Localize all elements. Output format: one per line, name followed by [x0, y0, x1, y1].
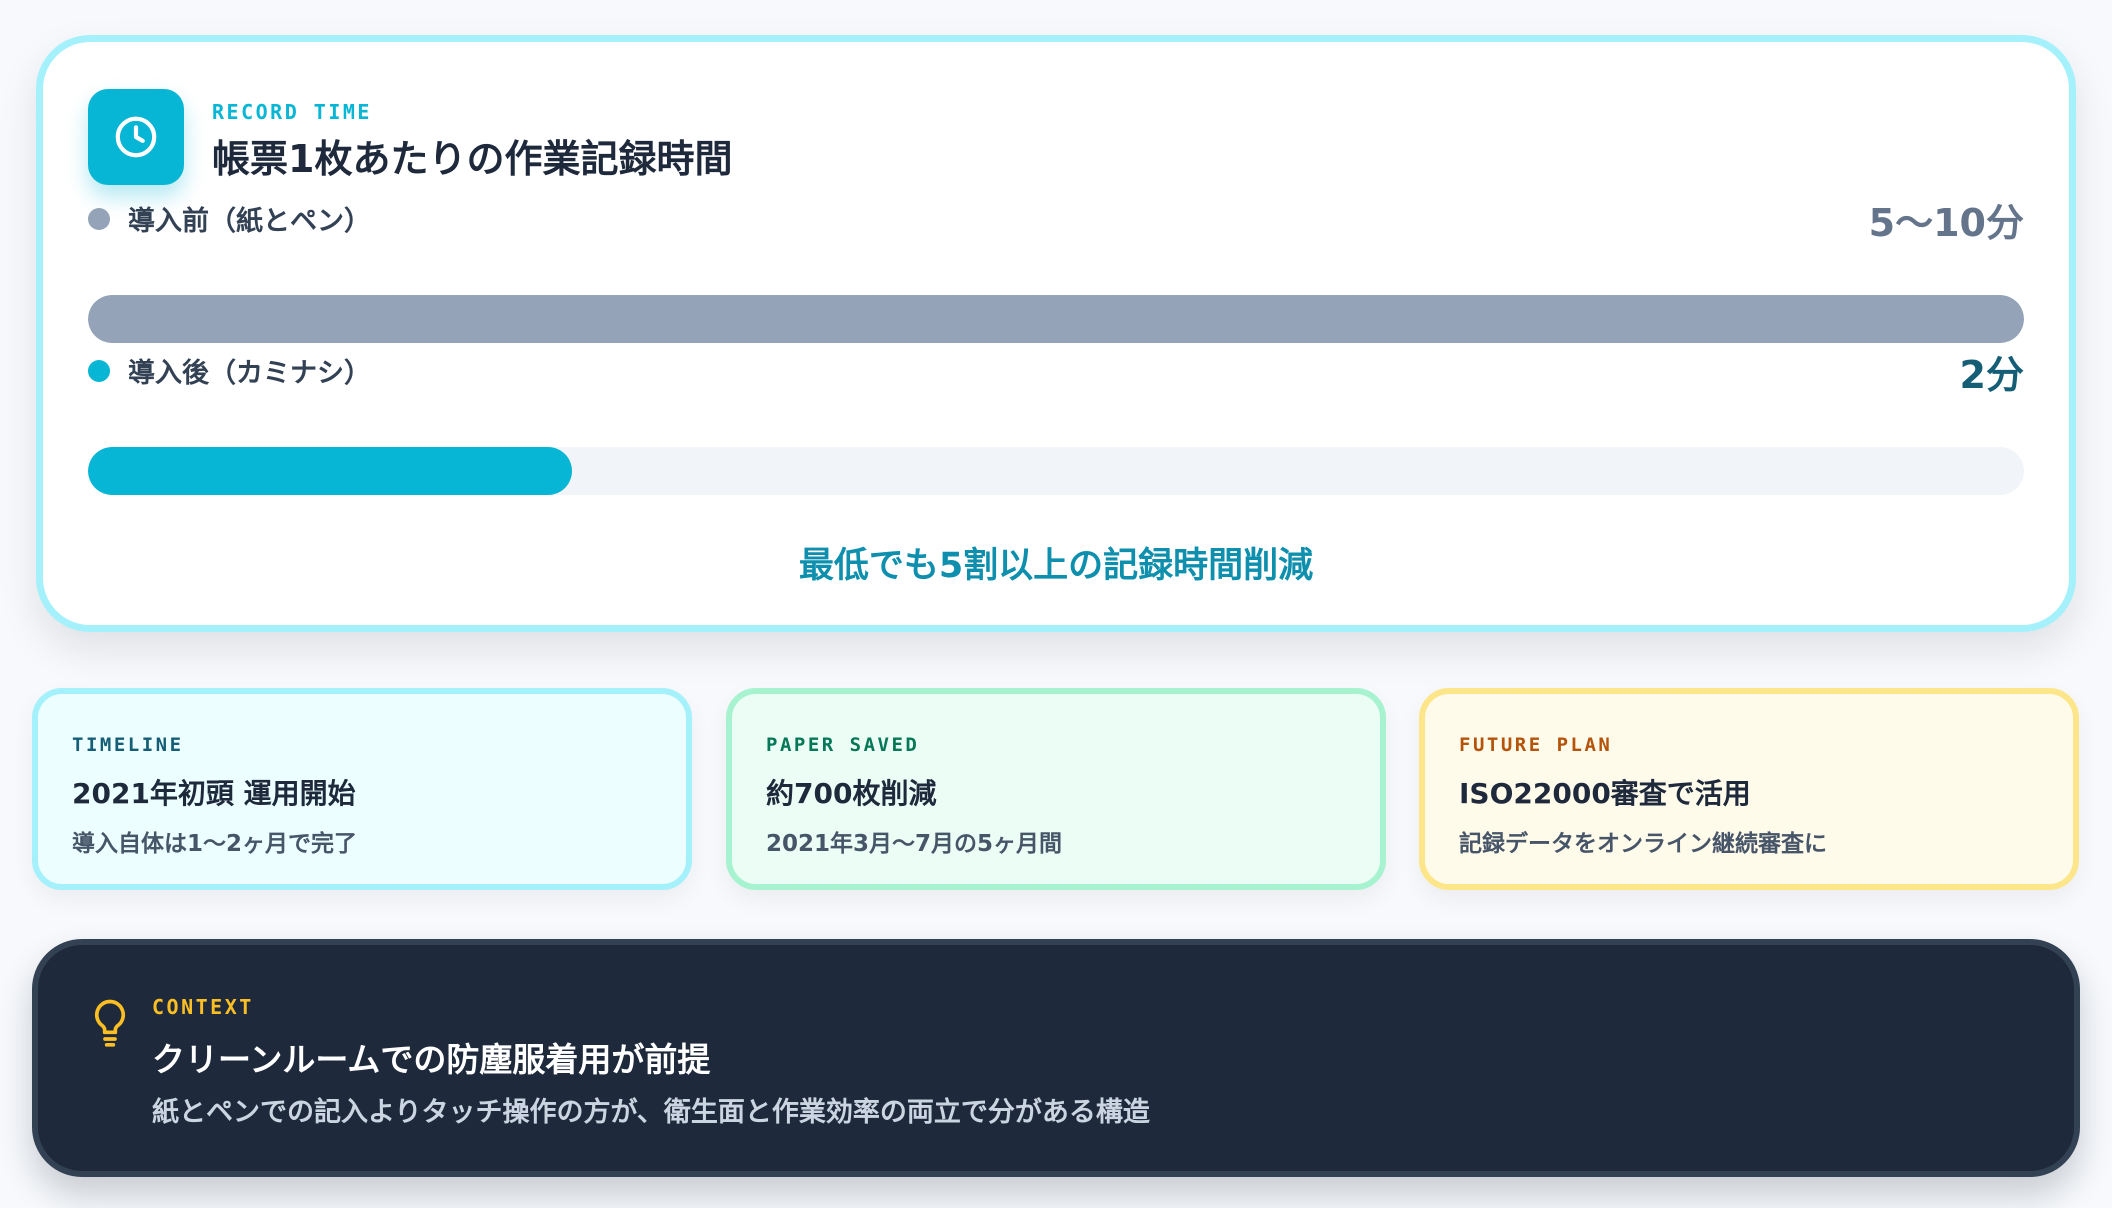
timeline-sub: 導入自体は1〜2ヶ月で完了 — [72, 831, 358, 857]
future-plan-eyebrow: FUTURE PLAN — [1459, 734, 1613, 756]
before-value: 5〜10分 — [1868, 201, 2024, 245]
after-bar-fill — [88, 447, 572, 495]
after-value: 2分 — [1959, 353, 2024, 397]
future-plan-sub: 記録データをオンライン継続審査に — [1459, 831, 1827, 857]
before-dot — [88, 207, 110, 230]
paper-saved-sub: 2021年3月〜7月の5ヶ月間 — [766, 831, 1063, 857]
record-time-card: RECORD TIME 帳票1枚あたりの作業記録時間 導入前（紙とペン） 5〜1… — [36, 35, 2076, 632]
lightbulb-icon — [90, 997, 130, 1051]
clock-icon — [88, 89, 184, 185]
context-panel: CONTEXT クリーンルームでの防塵服着用が前提 紙とペンでの記入よりタッチ操… — [32, 939, 2080, 1177]
paper-saved-eyebrow: PAPER SAVED — [766, 734, 920, 756]
future-plan-card: FUTURE PLAN ISO22000審査で活用 記録データをオンライン継続審… — [1419, 688, 2079, 890]
record-title: 帳票1枚あたりの作業記録時間 — [212, 137, 733, 181]
before-bar-fill — [88, 295, 2024, 343]
timeline-card: TIMELINE 2021年初頭 運用開始 導入自体は1〜2ヶ月で完了 — [32, 688, 692, 890]
after-label: 導入後（カミナシ） — [128, 358, 371, 389]
future-plan-title: ISO22000審査で活用 — [1459, 777, 1751, 810]
after-bar-track — [88, 447, 2024, 495]
timeline-title: 2021年初頭 運用開始 — [72, 777, 356, 810]
reduction-summary: 最低でも5割以上の記録時間削減 — [798, 546, 1314, 586]
after-label-row: 導入後（カミナシ） — [88, 351, 371, 390]
page: RECORD TIME 帳票1枚あたりの作業記録時間 導入前（紙とペン） 5〜1… — [0, 0, 2112, 1208]
after-dot — [88, 359, 110, 382]
before-label-row: 導入前（紙とペン） — [88, 199, 371, 238]
paper-saved-card: PAPER SAVED 約700枚削減 2021年3月〜7月の5ヶ月間 — [726, 688, 1386, 890]
context-body: 紙とペンでの記入よりタッチ操作の方が、衛生面と作業効率の両立で分がある構造 — [152, 1097, 1150, 1128]
context-title: クリーンルームでの防塵服着用が前提 — [152, 1040, 711, 1079]
record-eyebrow: RECORD TIME — [212, 100, 372, 124]
before-label: 導入前（紙とペン） — [128, 206, 371, 237]
timeline-eyebrow: TIMELINE — [72, 734, 184, 756]
paper-saved-title: 約700枚削減 — [766, 777, 937, 810]
before-bar-track — [88, 295, 2024, 343]
context-eyebrow: CONTEXT — [152, 995, 254, 1019]
